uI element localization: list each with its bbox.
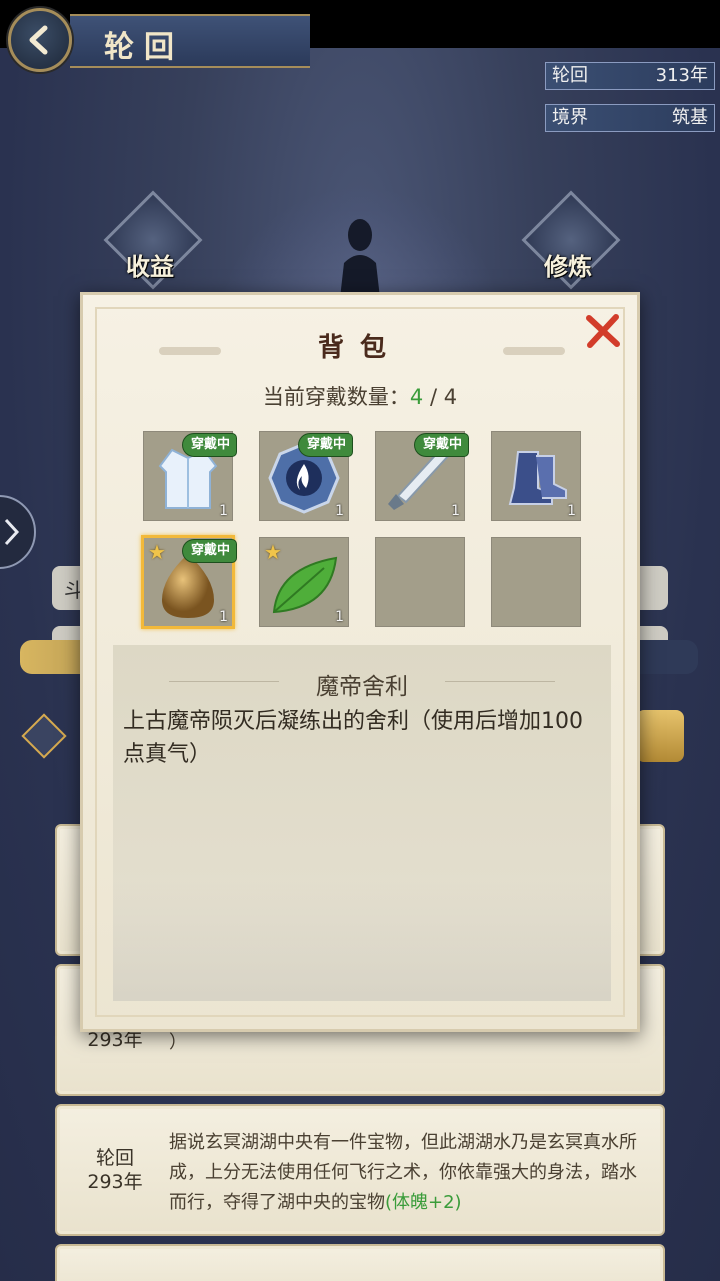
log-round: 轮回 293年 — [85, 1146, 145, 1194]
realm-label: 境界 — [552, 107, 588, 128]
item-description: 上古魔帝陨灭后凝练出的舍利（使用后增加100点真气） — [123, 709, 583, 767]
equipped-count-sep: / — [423, 385, 444, 409]
inventory-slot[interactable]: 穿戴中 1 — [375, 431, 468, 521]
equipped-count-current: 4 — [409, 385, 424, 409]
realm-value: 筑基 — [672, 107, 708, 128]
log-card: 轮回 293年 据说玄冥湖湖中央有一件宝物，但此湖湖水乃是玄冥真水所成，上分无法… — [55, 1104, 665, 1236]
equipped-count-label: 当前穿戴数量： — [262, 385, 410, 409]
star-icon: ★ — [148, 540, 166, 564]
realm-info: 境界 筑基 — [545, 104, 715, 132]
equipped-tag: 穿戴中 — [182, 434, 236, 456]
close-button[interactable] — [583, 311, 623, 351]
equipped-count: 当前穿戴数量：4 / 4 — [83, 381, 637, 411]
back-button[interactable] — [8, 8, 72, 72]
inventory-slot-empty[interactable] — [491, 537, 581, 627]
log-text: ） — [169, 1032, 187, 1053]
log-bonus: (体魄+2) — [385, 1192, 462, 1213]
cycle-info: 轮回 313年 — [545, 62, 715, 90]
item-count: 1 — [335, 609, 344, 625]
log-text: 据说玄冥湖湖中央有一件宝物，但此湖湖水乃是玄冥真水所成，上分无法使用任何飞行之术… — [169, 1128, 639, 1218]
equipped-tag: 穿戴中 — [182, 540, 236, 562]
equipped-tag: 穿戴中 — [298, 434, 352, 456]
inventory-slot[interactable]: 穿戴中 1 — [143, 431, 236, 521]
action-button[interactable] — [636, 710, 684, 762]
item-count: 1 — [451, 503, 460, 519]
item-name: 魔帝舍利 — [316, 674, 408, 700]
log-card — [55, 1244, 665, 1281]
inventory-slot[interactable]: 1 — [491, 431, 581, 521]
star-icon: ★ — [264, 540, 282, 564]
log-round-value: 293年 — [87, 1171, 143, 1193]
inventory-slot[interactable]: 穿戴中 1 — [259, 431, 352, 521]
inventory-slot-empty[interactable] — [375, 537, 465, 627]
mist-decoration — [113, 881, 611, 1001]
inventory-slot[interactable]: ★ 1 — [259, 537, 349, 627]
cultivate-label: 修炼 — [544, 252, 592, 281]
item-count: 1 — [219, 609, 228, 625]
inventory-slot[interactable]: ★ 穿戴中 1 — [141, 535, 236, 629]
page-title: 轮回 — [104, 30, 184, 65]
equipped-tag: 穿戴中 — [414, 434, 468, 456]
log-round-label: 轮回 — [95, 1147, 134, 1169]
cycle-value: 313年 — [655, 65, 708, 86]
item-count: 1 — [567, 503, 576, 519]
bag-dialog: 背包 当前穿戴数量：4 / 4 穿戴中 1 穿戴中 1 穿戴中 1 1 ★ 穿戴… — [80, 292, 640, 1032]
dialog-title: 背包 — [317, 333, 402, 363]
chevron-right-icon — [4, 518, 20, 546]
item-count: 1 — [219, 503, 228, 519]
item-count: 1 — [335, 503, 344, 519]
income-label: 收益 — [126, 252, 174, 281]
cycle-label: 轮回 — [552, 65, 588, 86]
back-arrow-icon — [29, 25, 48, 55]
equipped-count-max: 4 — [443, 385, 458, 409]
item-detail-panel: 魔帝舍利 上古魔帝陨灭后凝练出的舍利（使用后增加100点真气） — [113, 645, 611, 1001]
